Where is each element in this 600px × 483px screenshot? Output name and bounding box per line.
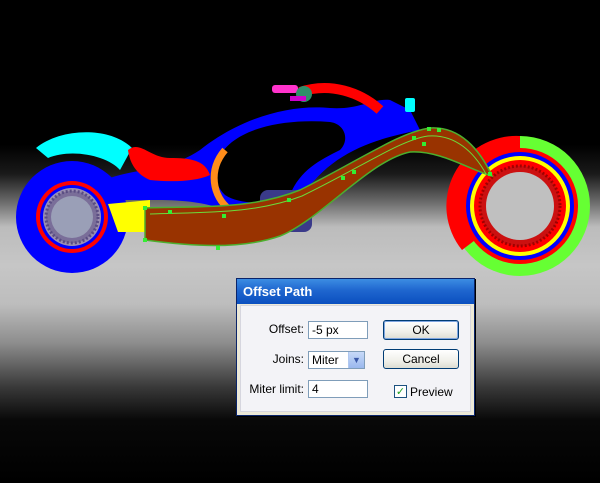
preview-checkbox[interactable]: ✓	[394, 385, 407, 398]
miter-limit-label: Miter limit:	[249, 382, 304, 396]
chevron-down-icon[interactable]: ▼	[348, 352, 364, 368]
miter-limit-field[interactable]: 4	[308, 380, 368, 398]
checkmark-icon: ✓	[395, 385, 406, 398]
joins-value: Miter	[312, 353, 339, 367]
ok-button[interactable]: OK	[383, 320, 459, 340]
cancel-button[interactable]: Cancel	[383, 349, 459, 369]
preview-label[interactable]: Preview	[410, 385, 453, 399]
offset-path-dialog: Offset Path Offset: -5 px Joins: Miter ▼…	[236, 278, 475, 416]
joins-label: Joins:	[272, 352, 304, 366]
dialog-title[interactable]: Offset Path	[237, 279, 474, 304]
offset-label: Offset:	[268, 322, 304, 336]
joins-select[interactable]: Miter ▼	[308, 351, 365, 369]
dialog-panel: Offset: -5 px Joins: Miter ▼ Miter limit…	[240, 305, 471, 412]
offset-field[interactable]: -5 px	[308, 321, 368, 339]
